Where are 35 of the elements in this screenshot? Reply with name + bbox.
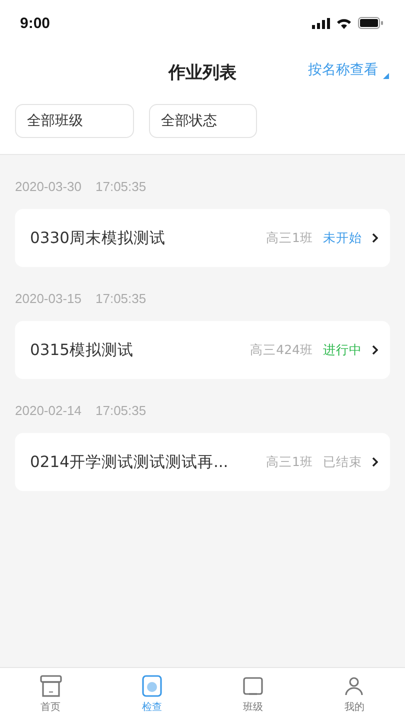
class-label: 高三424班 — [250, 342, 313, 358]
assignment-card[interactable]: 0330周末模拟测试 高三1班 未开始 — [15, 209, 390, 267]
time-label: 17:05:35 — [96, 290, 146, 306]
status-label: 已结束 — [323, 454, 362, 470]
assignment-card[interactable]: 0315模拟测试 高三424班 进行中 — [15, 321, 390, 379]
status-label: 未开始 — [323, 230, 362, 246]
assignment-title: 0214开学测试测试测试再... — [30, 452, 230, 472]
wifi-icon — [336, 17, 352, 29]
assignment-title: 0315模拟测试 — [30, 340, 134, 360]
page-title: 作业列表 — [168, 62, 236, 84]
time-label: 17:05:35 — [96, 402, 146, 418]
document-icon — [140, 674, 164, 698]
class-label: 高三1班 — [266, 454, 313, 470]
date-label: 2020-02-14 — [15, 402, 82, 418]
status-time: 9:00 — [20, 14, 50, 32]
assignment-card[interactable]: 0214开学测试测试测试再... 高三1班 已结束 — [15, 433, 390, 491]
chevron-right-icon — [372, 457, 378, 467]
date-label: 2020-03-15 — [15, 290, 82, 306]
signal-icon — [312, 18, 330, 28]
dropdown-triangle-icon — [383, 73, 389, 79]
box-icon — [38, 674, 63, 698]
chevron-right-icon — [372, 345, 378, 355]
tab-item[interactable]: 首页 — [0, 668, 102, 720]
chevron-right-icon — [372, 233, 378, 243]
status-label: 进行中 — [323, 342, 362, 358]
date-label: 2020-03-30 — [15, 178, 82, 194]
assignment-title: 0330周末模拟测试 — [30, 228, 166, 248]
filter-dropdown[interactable]: 全部状态 — [149, 104, 257, 138]
time-label: 17:05:35 — [96, 178, 146, 194]
tab-item[interactable]: 班级 — [202, 668, 304, 720]
filter-dropdown[interactable]: 全部班级 — [15, 104, 134, 138]
class-label: 高三1班 — [266, 230, 313, 246]
battery-icon — [358, 17, 383, 29]
tab-item[interactable]: 我的 — [304, 668, 405, 720]
board-icon — [241, 674, 266, 698]
